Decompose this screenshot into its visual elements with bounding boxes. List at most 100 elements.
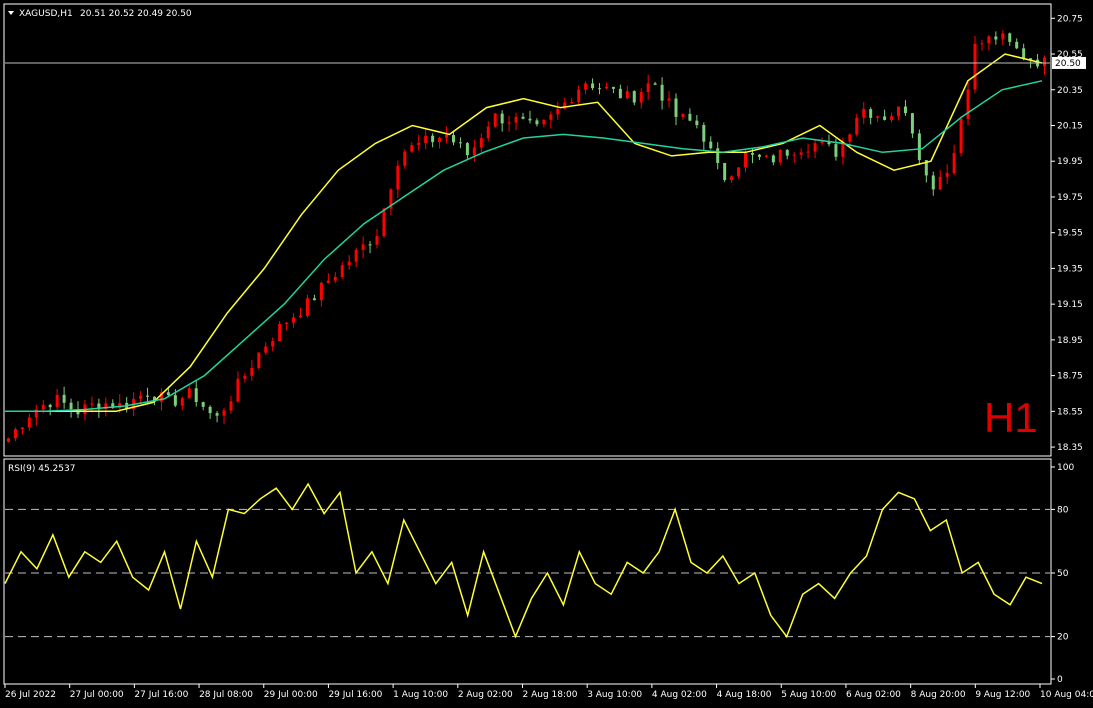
candle-body [55,394,59,408]
candle-body [1043,57,1047,67]
candle-body [584,83,588,90]
candle-body [229,401,233,411]
candle-body [166,392,170,396]
candle-body [563,102,567,109]
time-tick-label: 2 Aug 02:00 [458,690,513,700]
chart-background [0,0,1093,708]
candle-body [709,141,713,149]
candle-body [271,340,275,347]
time-tick-label: 6 Aug 02:00 [846,690,901,700]
candle-body [382,208,386,237]
candle-body [667,98,671,101]
candle-body [577,89,581,103]
candle-body [375,236,379,245]
candle-body [479,138,483,148]
candle-body [535,120,539,125]
candle-body [278,324,282,341]
current-price-label: 20.50 [1055,59,1081,69]
candle-body [1008,33,1012,42]
candle-body [1001,33,1005,40]
price-tick-label: 19.55 [1057,229,1083,239]
price-tick-label: 19.95 [1057,157,1083,167]
candle-body [792,154,796,156]
candle-body [90,403,94,405]
candle-body [486,126,490,139]
candle-body [737,167,741,177]
candle-body [632,91,636,103]
candle-body [173,395,177,406]
candle-body [146,395,150,397]
candle-body [1022,48,1026,59]
candle-body [6,438,10,442]
candle-body [973,43,977,90]
candle-body [695,120,699,126]
candle-body [750,152,754,155]
candle-body [674,98,678,117]
candle-body [917,133,921,161]
candle-body [806,151,810,153]
candle-body [570,102,574,104]
candle-body [1015,41,1019,49]
time-tick-label: 4 Aug 18:00 [717,690,772,700]
candle-body [688,113,692,121]
time-tick-label: 4 Aug 02:00 [652,690,707,700]
candle-body [945,172,949,177]
candle-body [883,116,887,120]
candle-body [987,36,991,44]
candle-body [542,119,546,125]
candle-body [660,84,664,101]
candle-body [604,86,608,89]
candle-body [431,135,435,143]
candle-body [897,106,901,117]
price-tick-label: 20.75 [1057,14,1083,24]
candle-body [556,108,560,115]
candle-body [424,135,428,143]
candle-body [702,125,706,142]
candle-body [139,395,143,399]
candle-body [305,298,309,316]
rsi-tick-label: 80 [1057,505,1069,515]
price-tick-label: 19.75 [1057,193,1083,203]
time-tick-label: 27 Jul 00:00 [70,690,124,700]
candle-body [785,149,789,156]
candle-body [438,137,442,143]
symbol-label: XAGUSD,H1 [19,9,73,19]
timeframe-watermark: H1 [984,394,1038,441]
candle-body [681,113,685,117]
candle-body [445,135,449,138]
candle-body [312,298,316,301]
candle-body [591,83,595,89]
candle-body [465,143,469,156]
candle-body [187,388,191,399]
candle-body [521,116,525,119]
time-tick-label: 29 Jul 16:00 [328,690,382,700]
candle-body [778,149,782,163]
candle-body [27,417,31,428]
price-tick-label: 18.35 [1057,443,1083,453]
time-tick-label: 26 Jul 2022 [5,690,56,700]
time-tick-label: 5 Aug 10:00 [781,690,836,700]
candle-body [994,36,998,40]
candle-body [333,276,337,281]
candle-body [410,145,414,152]
candle-body [118,402,122,409]
candle-body [834,144,838,157]
chart[interactable]: XAGUSD,H1 20.51 20.52 20.49 20.50 20.75 2… [0,0,1093,708]
candle-body [931,175,935,190]
candle-body [458,142,462,144]
candle-body [848,134,852,142]
candle-body [180,398,184,406]
candle-body [201,402,205,407]
price-tick-label: 19.15 [1057,300,1083,310]
candle-body [716,148,720,163]
candle-body [319,282,323,301]
candle-body [417,142,421,146]
candle-body [69,402,73,410]
candle-body [646,83,650,93]
candle-body [730,176,734,180]
time-tick-label: 3 Aug 10:00 [587,690,642,700]
time-tick-label: 9 Aug 12:00 [975,690,1030,700]
candle-body [869,109,873,118]
candle-body [507,122,511,124]
candle-body [890,116,894,120]
